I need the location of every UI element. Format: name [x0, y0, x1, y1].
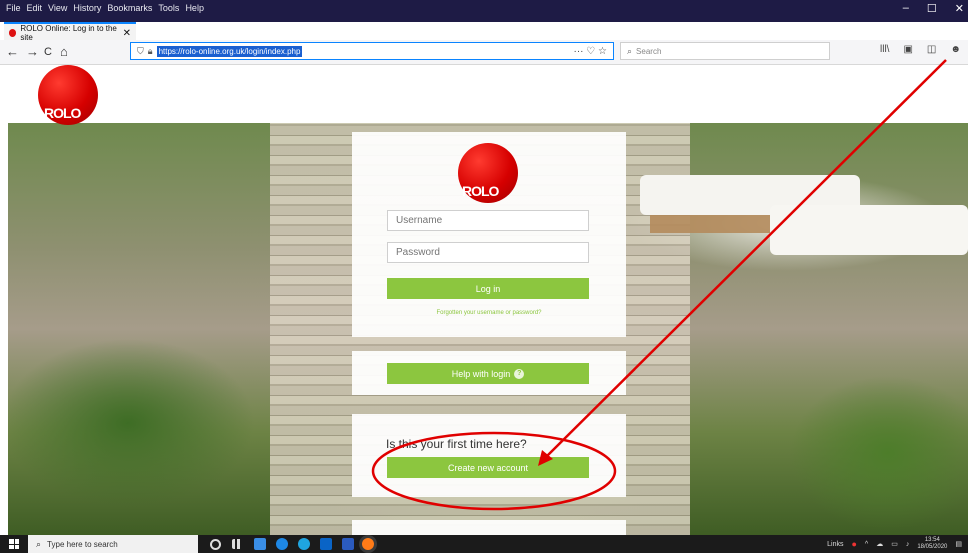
card-logo: ROLO [458, 143, 518, 203]
username-field[interactable] [387, 210, 589, 231]
tab-close-icon[interactable]: ✕ [123, 28, 131, 39]
clock-time: 13:54 [924, 537, 940, 543]
lock-icon: 🔒︎ [147, 45, 153, 56]
shield-icon: ⛉ [137, 45, 144, 56]
reader-icon[interactable]: ▣ [903, 44, 912, 55]
word-icon[interactable] [342, 538, 354, 550]
reload-button[interactable]: C [44, 44, 52, 60]
forgot-password-link[interactable]: Forgotten your username or password? [352, 310, 626, 316]
new-tab-button[interactable]: + [140, 22, 148, 40]
url-text[interactable]: https://rolo-online.org.uk/login/index.p… [156, 45, 303, 57]
address-bar[interactable]: ⛉ 🔒︎ https://rolo-online.org.uk/login/in… [130, 42, 614, 60]
forward-button[interactable]: → [26, 44, 39, 60]
web-page: ROLO ROLO Log in Forgotten your username… [0, 65, 968, 535]
search-icon: ⌕ [36, 538, 42, 549]
rolo-logo[interactable]: ROLO [38, 65, 98, 125]
menu-edit[interactable]: Edit [27, 3, 43, 13]
network-icon[interactable]: ▭ [891, 540, 898, 548]
action-center-icon[interactable]: ▤ [955, 540, 962, 548]
system-tray: Links ● ^ ☁ ▭ ♪ 13:54 18/05/2020 ▤ [827, 537, 962, 551]
clock-date: 18/05/2020 [917, 544, 948, 550]
search-placeholder: Search [636, 46, 662, 56]
help-icon: ? [514, 368, 525, 379]
menu-help[interactable]: Help [185, 3, 204, 13]
browser-tab[interactable]: ROLO Online: Log in to the site ✕ [4, 22, 136, 42]
favicon-icon [9, 29, 17, 37]
menu-file[interactable]: File [6, 3, 21, 13]
sidebar-icon[interactable]: ◫ [927, 44, 936, 55]
toolbar-icons: lll\ ▣ ◫ ☻ ≡ [880, 44, 968, 55]
cloud-icon[interactable]: ☁ [876, 540, 883, 548]
minimize-button[interactable]: – [903, 2, 909, 15]
taskbar-search-input[interactable]: ⌕ Type here to search [28, 535, 198, 553]
login-button[interactable]: Log in [387, 278, 589, 299]
library-icon[interactable]: lll\ [880, 44, 889, 55]
task-view-icon[interactable] [232, 539, 242, 549]
navigation-bar: ← → C ⌂ ⛉ 🔒︎ https://rolo-online.org.uk/… [0, 40, 968, 65]
windows-start-icon[interactable] [9, 539, 19, 549]
edge-icon[interactable] [276, 538, 288, 550]
taskbar-search-placeholder: Type here to search [47, 539, 118, 549]
menu-history[interactable]: History [73, 3, 101, 13]
menu-view[interactable]: View [48, 3, 67, 13]
footer-card [352, 520, 626, 535]
password-field[interactable] [387, 242, 589, 263]
menu-bookmarks[interactable]: Bookmarks [107, 3, 152, 13]
create-account-button[interactable]: Create new account [387, 457, 589, 478]
menu-bar: File Edit View History Bookmarks Tools H… [6, 3, 204, 13]
account-icon[interactable]: ☻ [950, 44, 961, 55]
help-with-login-button[interactable]: Help with login ? [387, 363, 589, 384]
window-controls: – ☐ ✕ [903, 2, 964, 15]
taskbar: ⌕ Type here to search Links ● ^ ☁ ▭ ♪ 13… [0, 535, 968, 553]
outlook-icon[interactable] [320, 538, 332, 550]
sofa-cushion-image [770, 205, 968, 255]
clock[interactable]: 13:54 18/05/2020 [917, 537, 947, 551]
file-explorer-icon[interactable] [254, 538, 266, 550]
search-icon: ⌕ [627, 45, 633, 56]
notification-alert-icon[interactable]: ● [851, 539, 856, 549]
search-input[interactable]: ⌕ Search [620, 42, 830, 60]
maximize-button[interactable]: ☐ [927, 2, 937, 15]
chevron-up-icon[interactable]: ^ [865, 541, 868, 548]
title-bar: File Edit View History Bookmarks Tools H… [0, 0, 968, 22]
close-window-button[interactable]: ✕ [955, 2, 964, 15]
cortana-icon[interactable] [210, 539, 221, 550]
tray-links-label[interactable]: Links [827, 541, 843, 548]
home-button[interactable]: ⌂ [60, 44, 68, 60]
firefox-icon[interactable] [362, 538, 374, 550]
menu-tools[interactable]: Tools [158, 3, 179, 13]
skype-icon[interactable] [298, 538, 310, 550]
volume-icon[interactable]: ♪ [906, 541, 910, 548]
first-time-heading: Is this your first time here? [386, 437, 527, 451]
page-actions-icon[interactable]: ··· ♡ ☆ [574, 46, 607, 57]
signup-card [352, 414, 626, 497]
back-button[interactable]: ← [6, 44, 19, 60]
